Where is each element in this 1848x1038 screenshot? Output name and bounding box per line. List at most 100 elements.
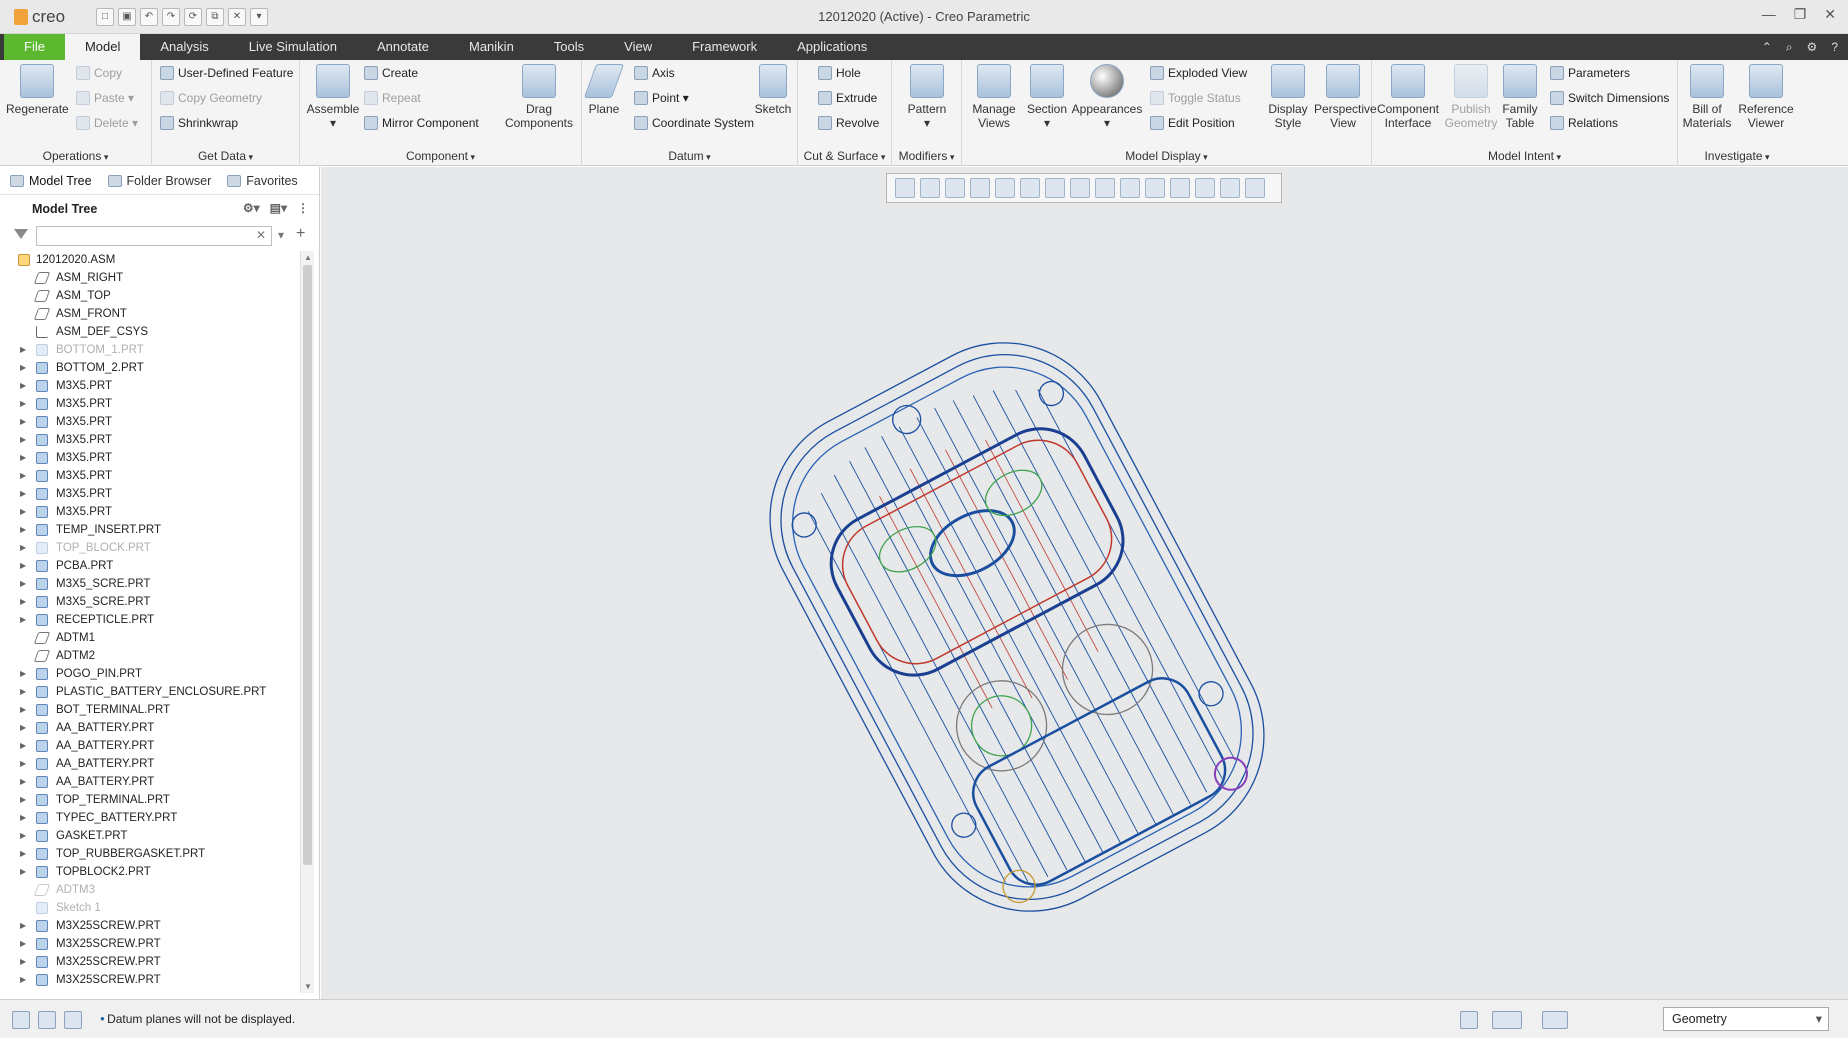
family-table-button[interactable]: Family Table (1496, 64, 1544, 130)
expand-icon[interactable]: ▶ (20, 971, 26, 989)
settings-icon[interactable]: ⚙ (1807, 34, 1818, 60)
close-icon[interactable]: ✕ (1824, 6, 1836, 23)
tree-node[interactable]: 12012020.ASM (0, 251, 300, 269)
manage-views-button[interactable]: Manage Views (962, 64, 1026, 130)
tree-node[interactable]: ASM_FRONT (0, 305, 300, 323)
relations-button[interactable]: Relations (1548, 112, 1618, 134)
group-label-cut-surface[interactable]: Cut & Surface (798, 149, 891, 163)
tab-view[interactable]: View (604, 34, 672, 60)
tree-node[interactable]: ▶ M3X5.PRT (0, 485, 300, 503)
group-label-investigate[interactable]: Investigate (1678, 149, 1796, 163)
expand-icon[interactable]: ▶ (20, 953, 26, 971)
maximize-icon[interactable]: ❐ (1794, 6, 1807, 23)
group-label-operations[interactable]: Operations (0, 149, 151, 163)
tree-search-input[interactable] (36, 226, 272, 246)
expand-icon[interactable]: ▶ (20, 791, 26, 809)
regenerate-button[interactable]: Regenerate (6, 64, 69, 116)
tree-node[interactable]: ▶ BOTTOM_1.PRT (0, 341, 300, 359)
scroll-thumb[interactable] (303, 265, 312, 865)
tree-node[interactable]: ▶ M3X5.PRT (0, 431, 300, 449)
tab-folder-browser[interactable]: Folder Browser (107, 174, 211, 188)
tree-node[interactable]: ▶ M3X5_SCRE.PRT (0, 593, 300, 611)
tab-analysis[interactable]: Analysis (140, 34, 228, 60)
tree-scrollbar[interactable]: ▲ ▼ (300, 251, 314, 993)
axis-button[interactable]: Axis (632, 62, 675, 84)
tree-filter-toggle-icon[interactable]: ⋮ (297, 201, 309, 215)
shrinkwrap-button[interactable]: Shrinkwrap (158, 112, 238, 134)
selection-buffer-icon[interactable] (1542, 1011, 1568, 1029)
appearances-button[interactable]: Appearances ▾ (1068, 64, 1146, 130)
expand-icon[interactable]: ▶ (20, 503, 26, 521)
tree-node[interactable]: ▶ M3X25SCREW.PRT (0, 917, 300, 935)
group-label-component[interactable]: Component (300, 149, 581, 163)
section-button[interactable]: Section ▾ (1022, 64, 1072, 130)
mirror-component-button[interactable]: Mirror Component (362, 112, 479, 134)
tree-node[interactable]: ▶ M3X25SCREW.PRT (0, 953, 300, 971)
switch-dimensions-button[interactable]: Switch Dimensions (1548, 87, 1669, 109)
coordinate-system-button[interactable]: Coordinate System (632, 112, 754, 134)
windows-icon[interactable]: ⧉ (206, 8, 224, 26)
tree-node[interactable]: ▶ BOT_TERMINAL.PRT (0, 701, 300, 719)
group-label-datum[interactable]: Datum (582, 149, 797, 163)
drag-components-button[interactable]: Drag Components (500, 64, 578, 130)
undo-icon[interactable]: ↶ (140, 8, 158, 26)
tab-manikin[interactable]: Manikin (449, 34, 534, 60)
tree-node[interactable]: ▶ M3X5.PRT (0, 449, 300, 467)
exploded-view-button[interactable]: Exploded View (1148, 62, 1247, 84)
reference-viewer-button[interactable]: Reference Viewer (1736, 64, 1796, 130)
expand-icon[interactable]: ▶ (20, 557, 26, 575)
expand-icon[interactable]: ▶ (20, 449, 26, 467)
tree-node[interactable]: ▶ GASKET.PRT (0, 827, 300, 845)
tree-columns-icon[interactable]: ▤▾ (270, 201, 287, 215)
search-options-icon[interactable]: ▾ (278, 228, 284, 242)
expand-icon[interactable]: ▶ (20, 809, 26, 827)
expand-icon[interactable]: ▶ (20, 917, 26, 935)
expand-icon[interactable]: ▶ (20, 485, 26, 503)
tree-node[interactable]: ▶ PCBA.PRT (0, 557, 300, 575)
tab-favorites[interactable]: Favorites (227, 174, 298, 188)
new-icon[interactable]: □ (96, 8, 114, 26)
tree-node[interactable]: ▶ M3X5.PRT (0, 413, 300, 431)
tree-node[interactable]: ▶ M3X5.PRT (0, 467, 300, 485)
tab-annotate[interactable]: Annotate (357, 34, 449, 60)
delete-button[interactable]: Delete ▾ (74, 112, 138, 134)
clear-search-icon[interactable]: ✕ (256, 228, 266, 242)
tree-node[interactable]: ADTM2 (0, 647, 300, 665)
tree-node[interactable]: ▶ AA_BATTERY.PRT (0, 755, 300, 773)
tab-file[interactable]: File (4, 34, 65, 60)
tree-node[interactable]: ▶ RECEPTICLE.PRT (0, 611, 300, 629)
tree-node[interactable]: Sketch 1 (0, 899, 300, 917)
point-button[interactable]: Point ▾ (632, 87, 689, 109)
graphics-window[interactable] (321, 167, 1848, 999)
group-label-modifiers[interactable]: Modifiers (892, 149, 961, 163)
expand-icon[interactable]: ▶ (20, 593, 26, 611)
tree-node[interactable]: ▶ TOP_TERMINAL.PRT (0, 791, 300, 809)
plane-button[interactable]: Plane (582, 64, 626, 116)
tree-node[interactable]: ▶ AA_BATTERY.PRT (0, 737, 300, 755)
tree-node[interactable]: ▶ TEMP_INSERT.PRT (0, 521, 300, 539)
close-window-icon[interactable]: ✕ (228, 8, 246, 26)
navigator-toggle-icon[interactable] (12, 1011, 30, 1029)
regenerate-icon[interactable]: ⟳ (184, 8, 202, 26)
tree-node[interactable]: ▶ POGO_PIN.PRT (0, 665, 300, 683)
add-column-icon[interactable]: + (296, 225, 305, 243)
tab-model-tree[interactable]: Model Tree (10, 174, 92, 188)
minimize-icon[interactable]: — (1762, 6, 1776, 23)
tree-node[interactable]: ASM_TOP (0, 287, 300, 305)
expand-icon[interactable]: ▶ (20, 863, 26, 881)
tree-node[interactable]: ▶ TYPEC_BATTERY.PRT (0, 809, 300, 827)
expand-icon[interactable]: ▶ (20, 719, 26, 737)
tree-node[interactable]: ▶ M3X25SCREW.PRT (0, 971, 300, 989)
expand-icon[interactable]: ▶ (20, 935, 26, 953)
fullscreen-icon[interactable] (64, 1011, 82, 1029)
tree-node[interactable]: ▶ M3X5.PRT (0, 503, 300, 521)
pattern-button[interactable]: Pattern ▾ (896, 64, 958, 130)
expand-icon[interactable]: ▶ (20, 773, 26, 791)
tree-node[interactable]: ADTM3 (0, 881, 300, 899)
tab-framework[interactable]: Framework (672, 34, 777, 60)
expand-icon[interactable]: ▶ (20, 413, 26, 431)
expand-icon[interactable]: ▶ (20, 467, 26, 485)
tab-applications[interactable]: Applications (777, 34, 887, 60)
revolve-button[interactable]: Revolve (816, 112, 879, 134)
copy-button[interactable]: Copy (74, 62, 122, 84)
